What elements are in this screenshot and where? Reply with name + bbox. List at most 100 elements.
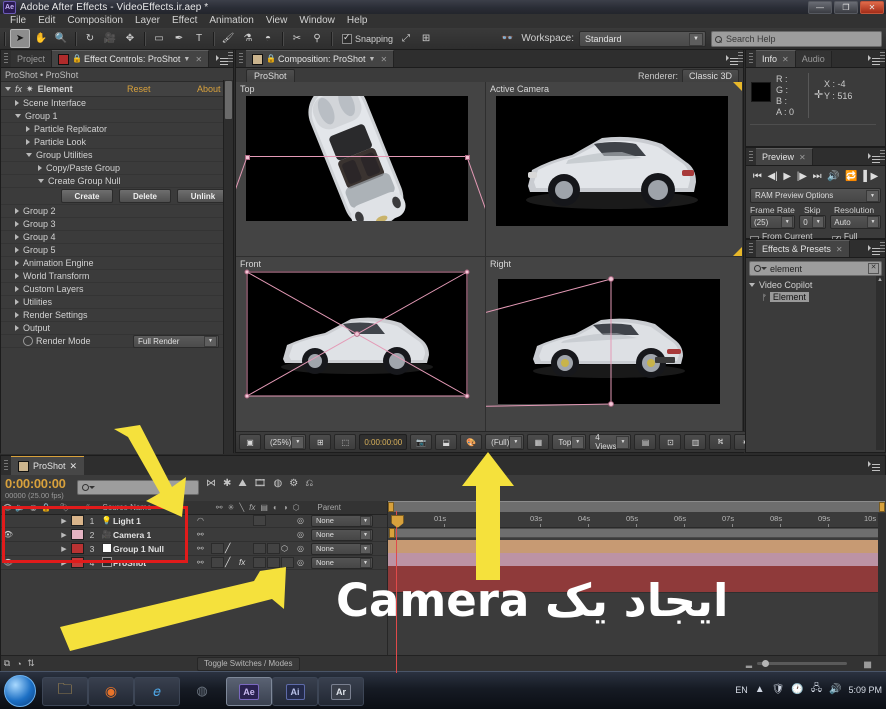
brainstorm-icon[interactable]: ⚙ [289,478,298,489]
chevron-right-icon[interactable] [15,234,19,240]
comp-flowchart-icon[interactable]: ⛕ [709,434,732,450]
magnification-select[interactable]: (25%) ▼ [264,434,307,450]
viewport-active-camera[interactable]: Active Camera [486,82,743,257]
effects-group-video-copilot[interactable]: Video Copilot [746,279,885,291]
close-tab-icon[interactable]: ✕ [836,245,843,254]
switch-cell[interactable] [211,557,224,568]
tab-timeline-proshot[interactable]: ProShot ✕ [11,456,85,475]
resolution-field[interactable]: Auto ▼ [830,215,881,229]
ec-row-render-settings[interactable]: Render Settings [1,309,233,322]
loop-icon[interactable]: 🔁 [845,171,857,182]
effect-header-row[interactable]: fx ✷ Element Reset About [1,82,233,97]
chevron-right-icon[interactable] [15,208,19,214]
play-icon[interactable]: ▶ [783,171,791,182]
parent-select[interactable]: None ▼ [311,528,373,541]
menu-help[interactable]: Help [341,14,374,28]
chevron-right-icon[interactable] [15,273,19,279]
panel-resize-grip[interactable] [228,52,233,64]
views-count-select[interactable]: 4 Views ▼ [589,433,632,451]
explorer-icon[interactable]: 🗀 [42,677,88,706]
work-area-bar[interactable] [388,501,885,512]
parent-pickwhip-icon[interactable]: ◎ [297,544,304,553]
zoom-tool-icon[interactable]: 🔍 [52,30,70,47]
chevron-right-icon[interactable] [15,260,19,266]
menu-edit[interactable]: Edit [32,14,61,28]
scrollbar-thumb[interactable] [225,81,232,119]
chevron-right-icon[interactable] [26,139,30,145]
clone-stamp-tool-icon[interactable]: ⚗ [239,30,257,47]
close-tab-icon[interactable]: ✕ [380,55,387,64]
chevron-right-icon[interactable] [15,286,19,292]
toggle-switches-modes-button[interactable]: Toggle Switches / Modes [197,656,300,671]
pan-behind-tool-icon[interactable]: ✥ [121,30,139,47]
rotate-tool-icon[interactable]: ↻ [81,30,99,47]
graph-editor-toggle-icon[interactable]: ◔ [13,659,25,669]
three-d-switch[interactable]: ⬡ [281,544,288,553]
rapid-preview-icon[interactable]: ⊡ [659,434,682,450]
frame-blending-icon[interactable]: 🎞 [254,478,267,489]
chevron-right-icon[interactable] [26,126,30,132]
pixel-aspect-icon[interactable]: ▤ [634,434,657,450]
channel-icon[interactable]: 🎨 [460,434,483,450]
effects-scrollbar[interactable] [876,276,884,450]
work-area-start-handle[interactable] [388,502,394,512]
language-indicator[interactable]: EN [735,685,748,695]
ec-row-group-5[interactable]: Group 5 [1,244,233,257]
shy-switch[interactable]: ⚯ [197,558,204,567]
chevron-down-icon[interactable] [15,114,21,118]
hand-tool-icon[interactable]: ✋ [32,30,50,47]
frame-rate-field[interactable]: (25) ▼ [750,215,796,229]
minimize-button[interactable]: — [808,1,832,14]
switches-modes-icon[interactable]: ⇅ [25,658,37,669]
reset-button[interactable]: Reset [127,84,151,94]
switch-cell[interactable] [267,543,280,554]
viewport-right[interactable]: Right [486,257,743,432]
close-tab-icon[interactable]: ✕ [782,55,789,64]
panel-grip[interactable] [4,460,8,471]
ec-row-group-utilities[interactable]: Group Utilities [1,149,233,162]
layer-track-2[interactable] [388,553,885,567]
last-frame-icon[interactable]: ⏭ [813,171,822,182]
close-button[interactable]: ✕ [860,1,884,14]
timeline-icon[interactable]: ▥ [684,434,707,450]
panel-grip[interactable] [239,53,243,64]
puppet-tool-icon[interactable]: ⚲ [308,30,326,47]
close-tab-icon[interactable]: ✕ [799,153,806,162]
quality-switch[interactable]: ╱ [225,543,230,554]
chevron-down-icon[interactable] [5,87,11,91]
viewport-top[interactable]: Top [236,82,486,257]
illustrator-icon[interactable]: Ai [272,677,318,706]
volume-icon[interactable]: 🔊 [829,684,841,695]
chevron-down-icon[interactable] [761,267,767,270]
zoom-in-icon[interactable]: ▅ [864,658,871,669]
effect-enable-icon[interactable]: ✷ [26,84,34,95]
clock-tray-icon[interactable]: 🕐 [791,684,803,695]
stopwatch-icon[interactable] [23,336,33,346]
always-preview-icon[interactable]: ▣ [239,434,261,450]
delete-button[interactable]: Delete [119,189,171,203]
chevron-right-icon[interactable] [15,312,19,318]
clear-search-icon[interactable]: ✕ [868,263,879,274]
tab-preview[interactable]: Preview ✕ [756,148,813,165]
close-tab-icon[interactable]: ✕ [70,461,78,472]
chevron-right-icon[interactable] [15,100,19,106]
choose-grid-icon[interactable]: ⊞ [309,434,332,450]
effects-switch[interactable]: fx [239,558,245,567]
switch-cell[interactable] [253,543,266,554]
ec-row-particle-replicator[interactable]: Particle Replicator [1,123,233,136]
menu-window[interactable]: Window [293,14,341,28]
lock-icon[interactable]: 🔒 [266,54,276,64]
brush-tool-icon[interactable]: 🖌 [219,30,237,47]
parent-header[interactable]: Parent [311,501,387,514]
lock-icon[interactable]: 🔒 [72,54,82,64]
workspace-select[interactable]: Standard ▼ [579,30,706,47]
maximize-button[interactable]: ❐ [834,1,858,14]
ec-row-custom-layers[interactable]: Custom Layers [1,283,233,296]
first-frame-icon[interactable]: ⏮ [753,171,762,182]
tab-composition[interactable]: 🔒 Composition: ProShot ▼ ✕ [246,50,395,67]
create-button[interactable]: Create [61,189,113,203]
quality-switch[interactable]: ╱ [225,557,230,568]
timeline-current-time[interactable]: 0:00:00:00 [5,476,66,491]
ec-row-group-2[interactable]: Group 2 [1,205,233,218]
chevron-right-icon[interactable] [15,325,19,331]
